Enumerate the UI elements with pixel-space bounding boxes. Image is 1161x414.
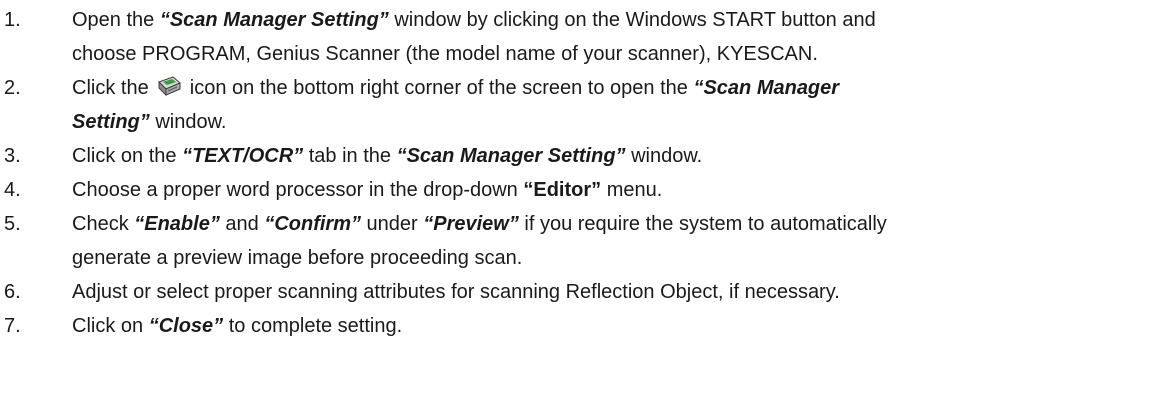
step-number: 3. [4,145,21,167]
option-name-emphasis: “Preview” [423,213,519,235]
step-number: 2. [4,77,21,99]
step-number: 6. [4,281,21,303]
window-name-emphasis: “Scan Manager [693,77,840,99]
option-name-emphasis: “Enable” [134,213,220,235]
text-run: window. [149,111,227,133]
text-run: Check [72,213,135,235]
instruction-list: 1. Open the “Scan Manager Setting” windo… [0,0,1161,414]
step-text: Click the icon on the bottom right corne… [72,72,839,104]
step-text-continued: choose PROGRAM, Genius Scanner (the mode… [72,43,818,65]
window-name-emphasis: “Scan Manager Setting” [396,145,626,167]
text-run: and [219,213,265,235]
step-text-continued: Setting” window. [72,106,227,138]
text-run: tab in the [303,145,397,167]
text-run: Open the [72,9,160,31]
menu-name-emphasis: “Editor” [523,179,602,201]
step-text: Click on “Close” to complete setting. [72,310,402,342]
window-name-emphasis: Setting” [72,111,150,133]
text-run: window. [625,145,703,167]
text-run: Click on [72,315,149,337]
text-run: under [360,213,424,235]
step-text: Open the “Scan Manager Setting” window b… [72,4,876,36]
text-run: if you require the system to automatical… [518,213,887,235]
step-number: 7. [4,315,21,337]
step-text: Adjust or select proper scanning attribu… [72,281,840,303]
text-run: to complete setting. [223,315,403,337]
text-run: icon on the bottom right corner of the s… [184,77,694,99]
text-run: Choose a proper word processor in the dr… [72,179,524,201]
text-run: Click the [72,77,155,99]
step-text: Check “Enable” and “Confirm” under “Prev… [72,208,887,240]
step-text: Choose a proper word processor in the dr… [72,174,662,206]
option-name-emphasis: “Confirm” [264,213,361,235]
step-number: 1. [4,9,21,31]
text-run: Click on the [72,145,183,167]
scanner-icon [156,74,182,98]
text-run: menu. [601,179,663,201]
tab-name-emphasis: “TEXT/OCR” [182,145,304,167]
step-number: 4. [4,179,21,201]
text-run: window by clicking on the Windows START … [388,9,876,31]
button-name-emphasis: “Close” [148,315,224,337]
window-name-emphasis: “Scan Manager Setting” [159,9,389,31]
step-number: 5. [4,213,21,235]
step-text: Click on the “TEXT/OCR” tab in the “Scan… [72,140,702,172]
step-text-continued: generate a preview image before proceedi… [72,247,523,269]
